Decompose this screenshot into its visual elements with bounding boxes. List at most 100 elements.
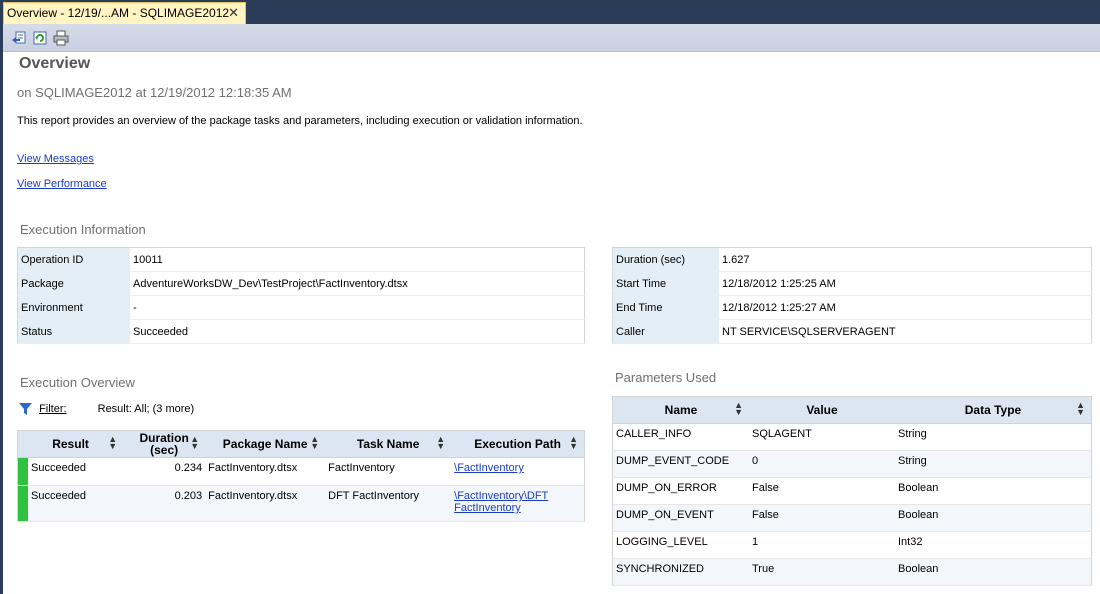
- kv-value: 1.627: [719, 247, 1092, 272]
- kv-value: 12/18/2012 1:25:25 AM: [719, 271, 1092, 296]
- cell-type: Int32: [895, 531, 1092, 559]
- kv-key: Start Time: [612, 271, 719, 296]
- filter-summary: Result: All; (3 more): [97, 403, 195, 415]
- kv-row: End Time 12/18/2012 1:25:27 AM: [612, 295, 1092, 320]
- parameters-table: Name ▲ ▼ Value Data Type ▲ ▼ CALLER_INFO SQLA…: [612, 396, 1092, 586]
- col-result[interactable]: Result ▲ ▼: [17, 430, 124, 458]
- sort-icon: ▲ ▼: [310, 434, 320, 451]
- kv-key: Operation ID: [17, 247, 130, 272]
- report-body: Overview on SQLIMAGE2012 at 12/19/2012 1…: [3, 52, 1100, 594]
- cell-value: 1: [749, 531, 895, 559]
- status-indicator: [17, 457, 28, 486]
- kv-row: Package AdventureWorksDW_Dev\TestProject\…: [17, 271, 585, 296]
- table-row: DUMP_ON_EVENT False Boolean: [612, 504, 1092, 532]
- sort-icon: ▲ ▼: [1076, 400, 1085, 417]
- table-row: DUMP_EVENT_CODE 0 String: [612, 450, 1092, 478]
- kv-row: Status Succeeded: [17, 319, 585, 344]
- table-row: CALLER_INFO SQLAGENT String: [612, 423, 1092, 451]
- report-subtitle: on SQLIMAGE2012 at 12/19/2012 12:18:35 A…: [17, 85, 292, 100]
- cell-duration: 0.203: [123, 485, 206, 522]
- execution-info-left-table: Operation ID 10011 Package AdventureWorksD…: [17, 247, 585, 344]
- col-value: Value: [749, 396, 895, 424]
- close-icon[interactable]: ✕: [228, 3, 239, 23]
- col-duration[interactable]: Duration (sec) ▲ ▼: [123, 430, 206, 458]
- table-row: Succeeded 0.234 FactInventory.dtsx FactI…: [17, 457, 585, 486]
- cell-name: SYNCHRONIZED: [612, 558, 749, 586]
- cell-type: Boolean: [895, 477, 1092, 505]
- sort-icon: ▲ ▼: [734, 400, 743, 417]
- kv-value: 12/18/2012 1:25:27 AM: [719, 295, 1092, 320]
- cell-type: Boolean: [895, 558, 1092, 586]
- table-row: DUMP_ON_ERROR False Boolean: [612, 477, 1092, 505]
- kv-key: Package: [17, 271, 130, 296]
- view-messages-link[interactable]: View Messages: [17, 153, 94, 165]
- filter-link[interactable]: Filter:: [39, 403, 67, 415]
- table-row: SYNCHRONIZED True Boolean: [612, 558, 1092, 586]
- table-row: LOGGING_LEVEL 1 Int32: [612, 531, 1092, 559]
- kv-key: End Time: [612, 295, 719, 320]
- tab-title: Overview - 12/19/...AM - SQLIMAGE2012: [7, 6, 230, 20]
- status-indicator: [17, 485, 28, 522]
- cell-name: DUMP_ON_ERROR: [612, 477, 749, 505]
- report-description: This report provides an overview of the …: [17, 115, 583, 127]
- refresh-icon[interactable]: [32, 30, 48, 46]
- col-package-name[interactable]: Package Name ▲ ▼: [205, 430, 326, 458]
- execution-overview-table: Result ▲ ▼ Duration (sec) ▲ ▼ Package Name ▲ ▼…: [17, 430, 585, 522]
- cell-name: DUMP_EVENT_CODE: [612, 450, 749, 478]
- cell-result: Succeeded: [28, 485, 124, 522]
- kv-value: Succeeded: [130, 319, 585, 344]
- kv-row: Duration (sec) 1.627: [612, 247, 1092, 272]
- print-icon[interactable]: [53, 30, 69, 46]
- document-tab-strip: Overview - 12/19/...AM - SQLIMAGE2012 ✕: [0, 0, 1100, 24]
- report-toolbar: [3, 24, 1100, 52]
- cell-type: String: [895, 423, 1092, 451]
- table-header-row: Result ▲ ▼ Duration (sec) ▲ ▼ Package Name ▲ ▼…: [17, 430, 585, 458]
- cell-path: \FactInventory: [451, 457, 585, 486]
- kv-value: AdventureWorksDW_Dev\TestProject\FactInv…: [130, 271, 585, 296]
- page-title: Overview: [19, 55, 91, 72]
- kv-key: Status: [17, 319, 130, 344]
- back-icon[interactable]: [11, 30, 27, 46]
- execution-information-heading: Execution Information: [20, 222, 146, 237]
- col-data-type[interactable]: Data Type ▲ ▼: [895, 396, 1092, 424]
- kv-row: Environment -: [17, 295, 585, 320]
- cell-name: DUMP_ON_EVENT: [612, 504, 749, 532]
- view-performance-link[interactable]: View Performance: [17, 178, 107, 190]
- sort-icon: ▲ ▼: [569, 434, 578, 451]
- filter-icon: [19, 403, 32, 416]
- cell-value: SQLAGENT: [749, 423, 895, 451]
- table-header-row: Name ▲ ▼ Value Data Type ▲ ▼: [612, 396, 1092, 424]
- cell-result: Succeeded: [28, 457, 124, 486]
- execution-info-right-table: Duration (sec) 1.627 Start Time 12/18/2012…: [612, 247, 1092, 344]
- col-name[interactable]: Name ▲ ▼: [612, 396, 749, 424]
- table-row: Succeeded 0.203 FactInventory.dtsx DFT F…: [17, 485, 585, 522]
- cell-type: Boolean: [895, 504, 1092, 532]
- col-execution-path[interactable]: Execution Path ▲ ▼: [451, 430, 585, 458]
- cell-value: True: [749, 558, 895, 586]
- kv-value: -: [130, 295, 585, 320]
- kv-row: Start Time 12/18/2012 1:25:25 AM: [612, 271, 1092, 296]
- sort-icon: ▲ ▼: [190, 434, 200, 451]
- filter-bar: Filter: Result: All; (3 more): [19, 403, 195, 416]
- tab-overview-report[interactable]: Overview - 12/19/...AM - SQLIMAGE2012 ✕: [3, 2, 246, 24]
- cell-path: \FactInventory\DFT FactInventory: [451, 485, 585, 522]
- cell-name: LOGGING_LEVEL: [612, 531, 749, 559]
- execution-path-link[interactable]: \FactInventory\DFT FactInventory: [454, 490, 554, 514]
- sort-icon: ▲ ▼: [108, 434, 118, 451]
- col-task-name[interactable]: Task Name ▲ ▼: [325, 430, 452, 458]
- cell-name: CALLER_INFO: [612, 423, 749, 451]
- kv-key: Duration (sec): [612, 247, 719, 272]
- cell-package: FactInventory.dtsx: [205, 457, 326, 486]
- kv-value: NT SERVICE\SQLSERVERAGENT: [719, 319, 1092, 344]
- cell-task: DFT FactInventory: [325, 485, 452, 522]
- execution-path-link[interactable]: \FactInventory: [454, 462, 524, 474]
- cell-value: False: [749, 504, 895, 532]
- sort-icon: ▲ ▼: [436, 434, 446, 451]
- cell-package: FactInventory.dtsx: [205, 485, 326, 522]
- cell-type: String: [895, 450, 1092, 478]
- kv-key: Environment: [17, 295, 130, 320]
- cell-value: 0: [749, 450, 895, 478]
- cell-value: False: [749, 477, 895, 505]
- execution-overview-heading: Execution Overview: [20, 375, 135, 390]
- cell-task: FactInventory: [325, 457, 452, 486]
